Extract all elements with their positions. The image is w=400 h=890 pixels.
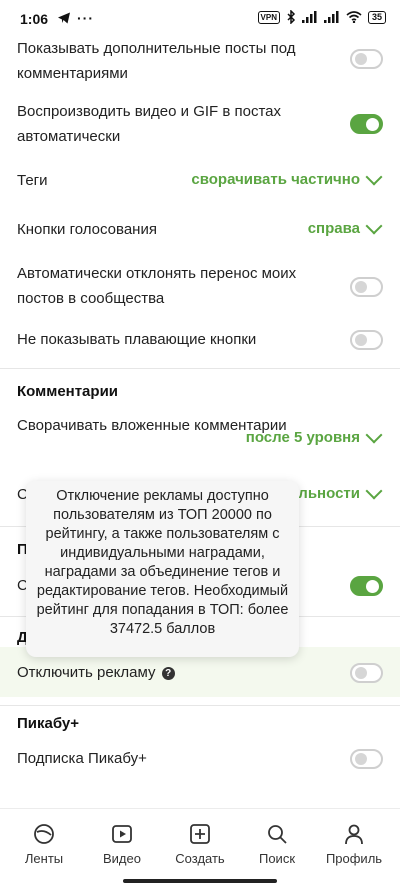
ads-tooltip: Отключение рекламы доступно пользователя… <box>26 481 299 657</box>
setting-label: Подписка Пикабу+ <box>17 750 147 767</box>
section-title-pikabu-plus: Пикабу+ <box>17 715 80 732</box>
tags-select[interactable]: сворачивать частично <box>191 168 383 188</box>
bottom-tab-bar: Ленты Видео Создать Поиск Профиль <box>0 808 400 890</box>
partial-select[interactable]: альности <box>289 482 383 502</box>
vpn-badge: VPN <box>257 10 280 24</box>
help-icon[interactable]: ? <box>161 667 175 680</box>
decline-transfer-toggle[interactable] <box>350 277 383 297</box>
setting-disable-ads[interactable]: Отключить рекламу ? <box>0 660 400 688</box>
divider <box>0 705 400 706</box>
tags-value: сворачивать частично <box>191 171 360 188</box>
wifi-icon <box>346 11 362 23</box>
status-bar: 1:06 ··· VPN 35 <box>0 0 400 38</box>
setting-label: Показывать дополнительные посты под комм… <box>17 40 296 82</box>
vote-buttons-select[interactable]: справа <box>307 217 383 237</box>
disable-ads-toggle[interactable] <box>350 663 383 683</box>
chevron-down-icon <box>365 426 383 443</box>
chevron-down-icon <box>365 217 383 234</box>
setting-label: Кнопки голосования <box>17 221 157 238</box>
tab-feeds[interactable]: Ленты <box>8 823 80 866</box>
create-icon <box>190 824 210 844</box>
setting-show-more-posts[interactable]: Показывать дополнительные посты под комм… <box>0 36 400 86</box>
feeds-icon <box>34 824 54 844</box>
setting-label: Воспроизводить видео и GIF в постах авто… <box>17 103 282 145</box>
hide-floating-toggle[interactable] <box>350 330 383 350</box>
setting-tags[interactable]: Теги сворачивать частично <box>0 168 400 196</box>
disable-ads-label: Отключить рекламу <box>17 664 156 681</box>
tab-video[interactable]: Видео <box>86 823 158 866</box>
tab-label: Ленты <box>24 851 64 866</box>
tab-search[interactable]: Поиск <box>241 823 313 866</box>
battery-indicator: 35 <box>367 10 386 24</box>
tab-label: Создать <box>175 851 225 866</box>
bluetooth-icon <box>287 10 296 24</box>
telegram-icon <box>58 12 70 24</box>
tab-profile[interactable]: Профиль <box>318 823 390 866</box>
tab-label: Видео <box>103 851 141 866</box>
setting-decline-transfer[interactable]: Автоматически отклонять перенос моих пос… <box>0 261 400 311</box>
section-title-comments: Комментарии <box>17 383 119 400</box>
chevron-down-icon <box>365 168 383 185</box>
chevron-down-icon <box>365 482 383 499</box>
setting-label: Не показывать плавающие кнопки <box>17 331 257 348</box>
collapse-nested-select[interactable]: после 5 уровня <box>245 426 383 446</box>
more-dots-icon: ··· <box>77 10 94 26</box>
tab-label: Профиль <box>325 851 383 866</box>
setting-label: Отключить рекламу ? <box>17 660 337 685</box>
home-indicator[interactable] <box>123 879 277 883</box>
setting-label: Автоматически отклонять перенос моих пос… <box>17 265 297 307</box>
setting-pikabu-plus[interactable]: Подписка Пикабу+ <box>0 746 400 774</box>
tab-label: Поиск <box>258 851 296 866</box>
divider <box>0 368 400 369</box>
signal-icon <box>301 11 317 23</box>
setting-hide-floating[interactable]: Не показывать плавающие кнопки <box>0 327 400 355</box>
setting-autoplay[interactable]: Воспроизводить видео и GIF в постах авто… <box>0 99 400 149</box>
profile-icon <box>345 824 363 845</box>
search-icon <box>268 825 287 844</box>
pikabu-plus-toggle[interactable] <box>350 749 383 769</box>
vote-buttons-value: справа <box>307 220 360 237</box>
autoplay-toggle[interactable] <box>350 114 383 134</box>
hidden-row-toggle[interactable] <box>350 576 383 596</box>
status-time: 1:06 <box>20 11 49 27</box>
partial-value: альности <box>289 485 360 502</box>
collapse-nested-value: после 5 уровня <box>245 429 360 446</box>
setting-vote-buttons[interactable]: Кнопки голосования справа <box>0 217 400 245</box>
setting-collapse-nested[interactable]: Сворачивать вложенные комментарии после … <box>0 413 400 463</box>
tab-create[interactable]: Создать <box>164 823 236 866</box>
video-icon <box>112 825 132 843</box>
show-more-posts-toggle[interactable] <box>350 49 383 69</box>
signal-icon-2 <box>323 11 339 23</box>
